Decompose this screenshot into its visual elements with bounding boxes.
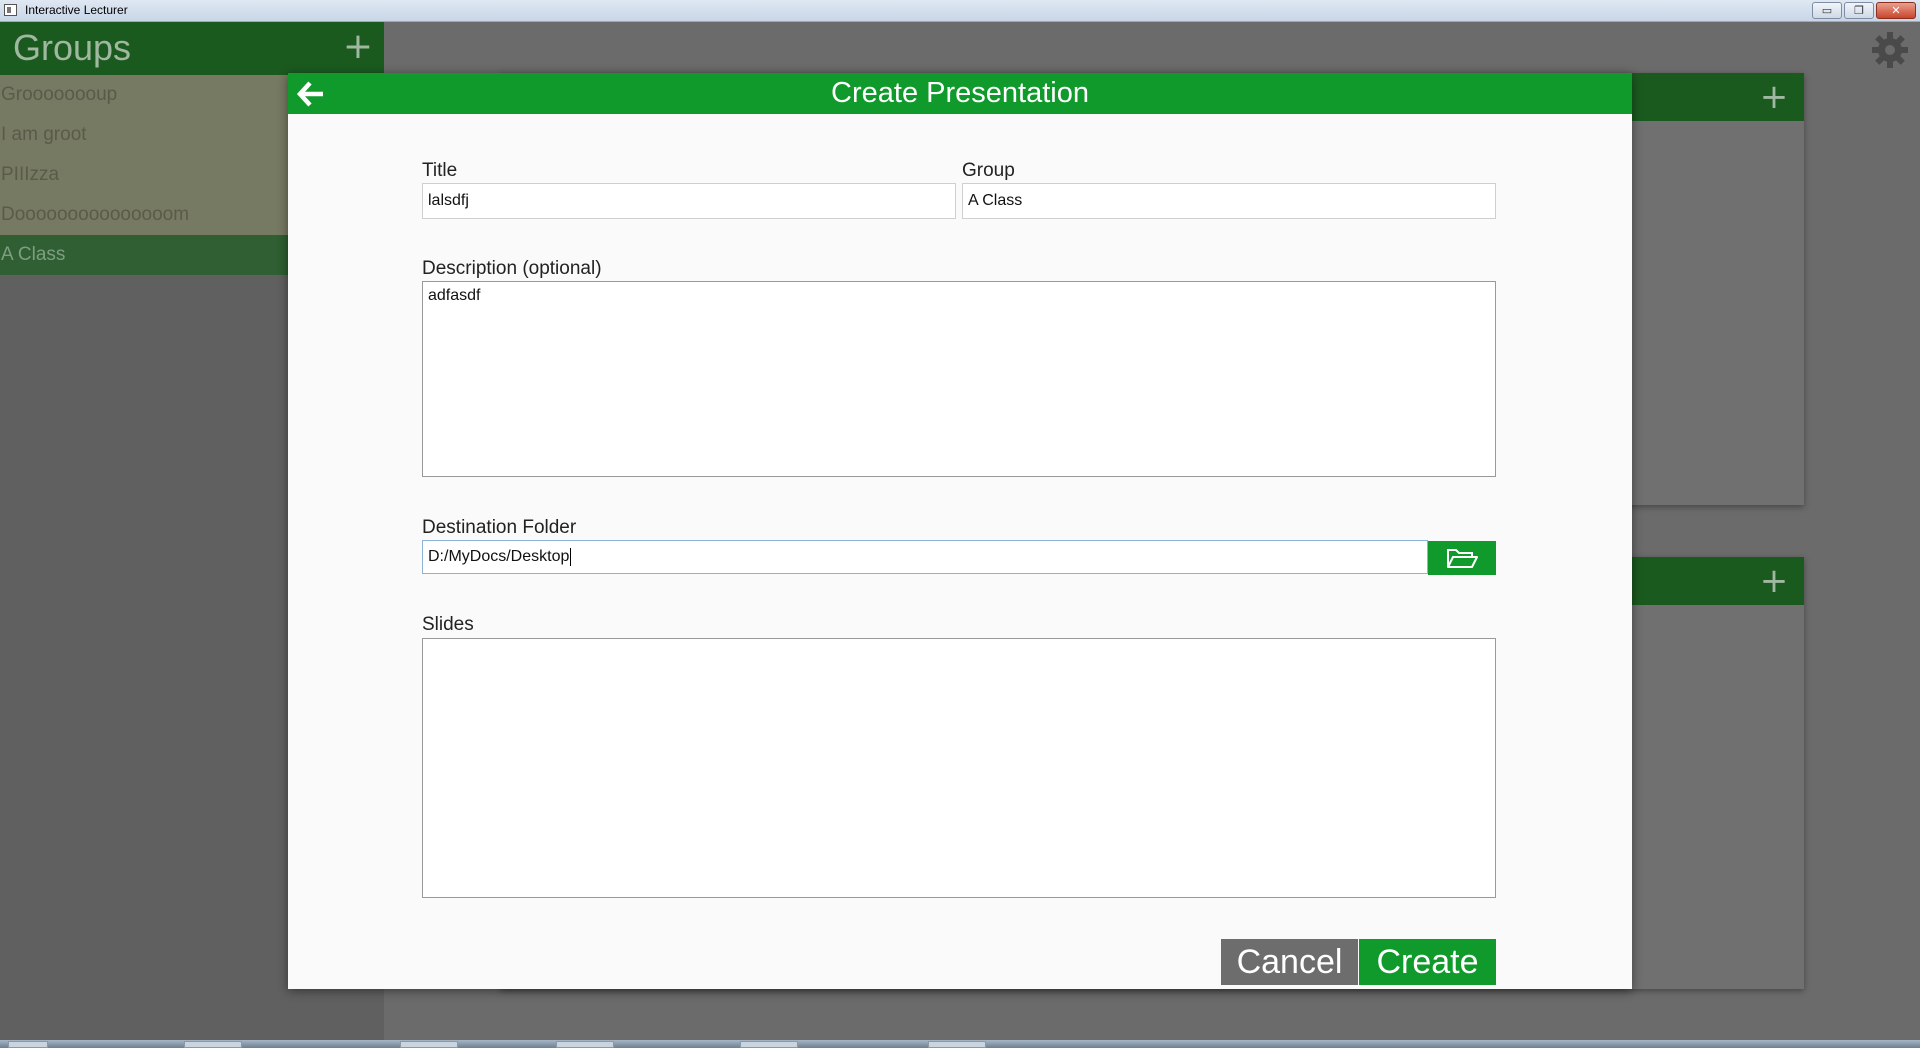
create-button[interactable]: Create: [1359, 939, 1496, 985]
destination-folder-label: Destination Folder: [422, 517, 577, 538]
window-title: Interactive Lecturer: [25, 3, 128, 17]
title-input[interactable]: lalsdfj: [422, 183, 956, 219]
group-label: Group: [962, 160, 1015, 181]
browse-folder-button[interactable]: [1428, 541, 1496, 575]
dialog-title: Create Presentation: [831, 77, 1089, 109]
window-titlebar: Interactive Lecturer ▭ ❐ ✕: [0, 0, 1920, 22]
create-presentation-dialog: Create Presentation Title lalsdfj Group …: [288, 73, 1632, 989]
destination-folder-value: D:/MyDocs/Desktop: [428, 548, 570, 565]
taskbar-item[interactable]: [400, 1041, 458, 1048]
description-label: Description (optional): [422, 258, 602, 279]
add-card-button[interactable]: +: [1756, 79, 1792, 115]
groups-title: Groups: [13, 27, 132, 68]
window-controls: ▭ ❐ ✕: [1812, 2, 1916, 19]
add-group-button[interactable]: +: [340, 29, 376, 66]
restore-button[interactable]: ❐: [1844, 2, 1874, 19]
dialog-header: Create Presentation: [288, 73, 1632, 114]
taskbar-item[interactable]: [556, 1041, 614, 1048]
groups-header: Groups +: [0, 22, 384, 75]
taskbar-item[interactable]: [184, 1041, 242, 1048]
slides-label: Slides: [422, 614, 474, 635]
taskbar: [0, 1040, 1920, 1048]
cancel-button[interactable]: Cancel: [1221, 939, 1358, 985]
minimize-button[interactable]: ▭: [1812, 2, 1842, 19]
add-card-button[interactable]: +: [1756, 563, 1792, 599]
taskbar-item[interactable]: [928, 1041, 986, 1048]
text-caret: [570, 547, 572, 566]
destination-folder-input[interactable]: D:/MyDocs/Desktop: [422, 540, 1428, 574]
taskbar-item[interactable]: [740, 1041, 798, 1048]
group-input[interactable]: A Class: [962, 183, 1496, 219]
gear-icon[interactable]: [1870, 30, 1910, 70]
close-button[interactable]: ✕: [1876, 2, 1916, 19]
taskbar-item[interactable]: [8, 1041, 48, 1048]
description-textarea[interactable]: adfasdf: [422, 281, 1496, 477]
folder-open-icon: [1447, 549, 1478, 568]
title-label: Title: [422, 160, 458, 181]
slides-list[interactable]: [422, 638, 1496, 898]
arrow-left-icon[interactable]: [294, 77, 328, 111]
app-icon: [4, 4, 17, 16]
